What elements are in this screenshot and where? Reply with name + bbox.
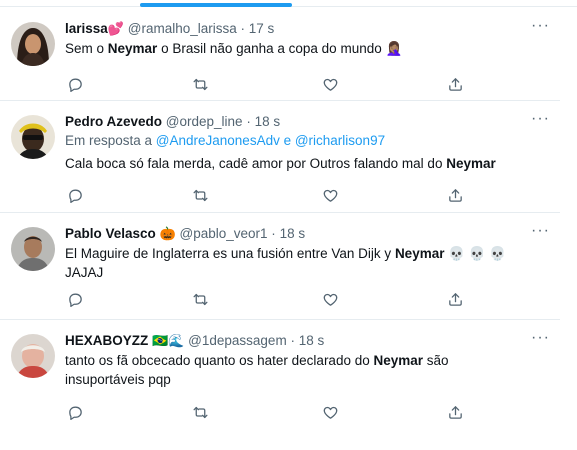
tweet-feed: larissa💕 @ramalho_larissa · 17 s Sem o N… <box>0 8 560 440</box>
reply-conjunction: e <box>279 133 295 148</box>
more-options-icon[interactable]: ··· <box>531 330 550 346</box>
display-name[interactable]: Pablo Velasco <box>65 226 156 241</box>
mention-link[interactable]: @richarlison97 <box>295 133 385 148</box>
display-name[interactable]: larissa <box>65 21 108 36</box>
text-segment: Cala boca só fala merda, cadê amor por O… <box>65 156 447 171</box>
tweet[interactable]: Pablo Velasco 🎃 @pablo_veor1 · 18 s El M… <box>0 213 560 320</box>
tweet-text: Cala boca só fala merda, cadê amor por O… <box>65 154 540 173</box>
text-segment: Sem o <box>65 41 108 56</box>
tweet-header: Pedro Azevedo @ordep_line · 18 s <box>65 112 540 131</box>
tweet-text-line: JAJAJ <box>65 265 104 280</box>
separator-dot: · <box>246 114 251 129</box>
reply-context: Em resposta a @AndreJanonesAdv e @richar… <box>65 131 540 150</box>
name-emoji: 🎃 <box>159 227 176 242</box>
separator-dot: · <box>290 333 295 348</box>
search-highlight: Neymar <box>446 156 496 171</box>
user-handle[interactable]: @ordep_line <box>166 114 243 129</box>
reply-prefix: Em resposta a <box>65 133 156 148</box>
tweet-text: tanto os fã obcecado quanto os hater dec… <box>65 351 540 370</box>
avatar[interactable] <box>11 115 55 159</box>
share-icon[interactable] <box>445 289 465 309</box>
tweet-actions <box>65 185 465 205</box>
mention-link[interactable]: @AndreJanonesAdv <box>156 133 280 148</box>
share-icon[interactable] <box>445 74 465 94</box>
active-tab-underline <box>140 3 292 7</box>
more-options-icon[interactable]: ··· <box>531 111 550 127</box>
tweet-content: Pedro Azevedo @ordep_line · 18 s Em resp… <box>65 112 540 173</box>
tweet-actions <box>65 74 465 94</box>
name-emoji: 🇧🇷🌊 <box>152 334 185 349</box>
tweet-content: Pablo Velasco 🎃 @pablo_veor1 · 18 s El M… <box>65 224 540 282</box>
tweet-text-line: insuportáveis pqp <box>65 372 171 387</box>
user-handle[interactable]: @pablo_veor1 <box>180 226 268 241</box>
tweet[interactable]: Pedro Azevedo @ordep_line · 18 s Em resp… <box>0 101 560 213</box>
text-segment: são <box>423 353 449 368</box>
timestamp[interactable]: 17 s <box>249 21 275 36</box>
name-emoji: 💕 <box>107 22 124 37</box>
tweet-actions <box>65 402 465 422</box>
tweet[interactable]: larissa💕 @ramalho_larissa · 17 s Sem o N… <box>0 8 560 101</box>
share-icon[interactable] <box>445 185 465 205</box>
text-segment: o Brasil não ganha a copa do mundo 🤦🏽‍♀️ <box>157 41 403 56</box>
display-name[interactable]: Pedro Azevedo <box>65 114 162 129</box>
text-segment: 💀 💀 💀 <box>444 246 507 261</box>
retweet-icon[interactable] <box>190 74 210 94</box>
retweet-icon[interactable] <box>190 402 210 422</box>
timestamp[interactable]: 18 s <box>299 333 325 348</box>
avatar[interactable] <box>11 227 55 271</box>
user-handle[interactable]: @ramalho_larissa <box>128 21 237 36</box>
tweet-text: El Maguire de Inglaterra es una fusión e… <box>65 244 540 263</box>
tweet-content: larissa💕 @ramalho_larissa · 17 s Sem o N… <box>65 19 540 58</box>
retweet-icon[interactable] <box>190 289 210 309</box>
display-name[interactable]: HEXABOYZZ <box>65 333 148 348</box>
tweet-content: HEXABOYZZ 🇧🇷🌊 @1depassagem · 18 s tanto … <box>65 331 540 389</box>
retweet-icon[interactable] <box>190 185 210 205</box>
like-icon[interactable] <box>320 402 340 422</box>
tweet-header: Pablo Velasco 🎃 @pablo_veor1 · 18 s <box>65 224 540 244</box>
tweet-actions <box>65 289 465 309</box>
more-options-icon[interactable]: ··· <box>531 223 550 239</box>
like-icon[interactable] <box>320 289 340 309</box>
search-highlight: Neymar <box>107 41 158 56</box>
tweet-header: larissa💕 @ramalho_larissa · 17 s <box>65 19 540 39</box>
text-segment: El Maguire de Inglaterra es una fusión e… <box>65 246 395 261</box>
search-highlight: Neymar <box>394 246 445 261</box>
separator-dot: · <box>240 21 246 36</box>
tweet-text: Sem o Neymar o Brasil não ganha a copa d… <box>65 39 540 58</box>
like-icon[interactable] <box>320 74 340 94</box>
reply-icon[interactable] <box>65 289 85 309</box>
reply-icon[interactable] <box>65 185 85 205</box>
text-segment: tanto os fã obcecado quanto os hater dec… <box>65 353 374 368</box>
avatar[interactable] <box>11 334 55 378</box>
avatar[interactable] <box>11 22 55 66</box>
tweet[interactable]: HEXABOYZZ 🇧🇷🌊 @1depassagem · 18 s tanto … <box>0 320 560 440</box>
reply-icon[interactable] <box>65 74 85 94</box>
timestamp[interactable]: 18 s <box>280 226 306 241</box>
timestamp[interactable]: 18 s <box>255 114 281 129</box>
share-icon[interactable] <box>445 402 465 422</box>
separator-dot: · <box>271 226 276 241</box>
more-options-icon[interactable]: ··· <box>531 18 550 34</box>
reply-icon[interactable] <box>65 402 85 422</box>
search-highlight: Neymar <box>373 353 424 368</box>
like-icon[interactable] <box>320 185 340 205</box>
user-handle[interactable]: @1depassagem <box>188 333 287 348</box>
tweet-header: HEXABOYZZ 🇧🇷🌊 @1depassagem · 18 s <box>65 331 540 351</box>
